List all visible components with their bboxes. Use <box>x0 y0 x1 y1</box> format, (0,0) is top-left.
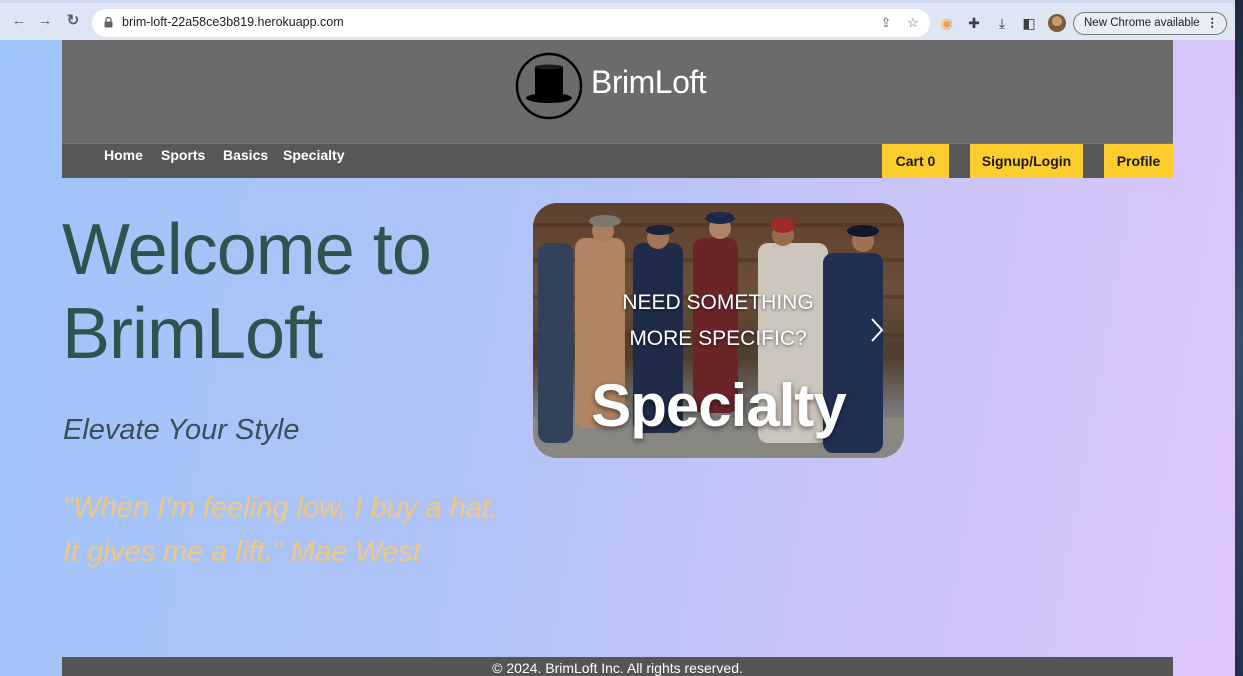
hero-quote: "When I'm feeling low, I buy a hat. It g… <box>63 486 533 574</box>
update-chip-label: New Chrome available <box>1084 17 1200 29</box>
quote-line-1: "When I'm feeling low, I buy a hat. <box>63 492 498 524</box>
carousel-caption: NEED SOMETHING MORE SPECIFIC? <box>583 285 853 357</box>
share-icon[interactable]: ⇪ <box>878 15 894 31</box>
browser-toolbar: ← → ↻ brim-loft-22a58ce3b819.herokuapp.c… <box>0 0 1235 40</box>
nav-specialty[interactable]: Specialty <box>283 147 344 163</box>
nav-home[interactable]: Home <box>104 147 143 163</box>
reload-icon[interactable]: ↻ <box>64 12 82 30</box>
back-icon[interactable]: ← <box>10 12 28 30</box>
hero-tagline: Elevate Your Style <box>63 414 300 446</box>
main-nav: Home Sports Basics Specialty Cart 0 Sign… <box>62 143 1173 178</box>
profile-button[interactable]: Profile <box>1104 144 1173 178</box>
nav-basics[interactable]: Basics <box>223 147 268 163</box>
cart-button[interactable]: Cart 0 <box>882 144 949 178</box>
specialty-carousel[interactable]: NEED SOMETHING MORE SPECIFIC? Specialty <box>533 203 904 458</box>
url-text: brim-loft-22a58ce3b819.herokuapp.com <box>122 15 344 29</box>
site-header: BrimLoft <box>62 40 1173 143</box>
puzzle-icon[interactable]: ✚ <box>965 14 983 32</box>
avatar[interactable] <box>1048 14 1066 32</box>
chevron-right-icon[interactable] <box>863 313 891 347</box>
forward-icon[interactable]: → <box>36 12 54 30</box>
download-icon[interactable]: ⤓ <box>993 14 1011 32</box>
carousel-title[interactable]: Specialty <box>533 371 904 440</box>
top-hat-logo-icon[interactable] <box>515 52 583 120</box>
desktop-background <box>1235 0 1243 676</box>
caption-line-2: MORE SPECIFIC? <box>629 327 807 350</box>
signup-login-button[interactable]: Signup/Login <box>970 144 1083 178</box>
update-chip[interactable]: New Chrome available ⋮ <box>1073 12 1227 35</box>
address-bar[interactable]: brim-loft-22a58ce3b819.herokuapp.com ⇪ ☆ <box>92 9 930 37</box>
lock-icon <box>104 17 113 28</box>
browser-window: ← → ↻ brim-loft-22a58ce3b819.herokuapp.c… <box>0 0 1235 676</box>
brand-name[interactable]: BrimLoft <box>591 64 707 101</box>
hero-title: Welcome to BrimLoft <box>62 210 432 374</box>
extension-icon[interactable]: ◉ <box>938 14 956 32</box>
star-icon[interactable]: ☆ <box>905 15 921 31</box>
caption-line-1: NEED SOMETHING <box>622 291 814 314</box>
sidepanel-icon[interactable]: ◧ <box>1020 14 1038 32</box>
quote-line-2: It gives me a lift." Mae West <box>63 536 421 568</box>
site-footer: © 2024. BrimLoft Inc. All rights reserve… <box>62 657 1173 676</box>
nav-sports[interactable]: Sports <box>161 147 205 163</box>
menu-icon[interactable]: ⋮ <box>1207 13 1219 34</box>
